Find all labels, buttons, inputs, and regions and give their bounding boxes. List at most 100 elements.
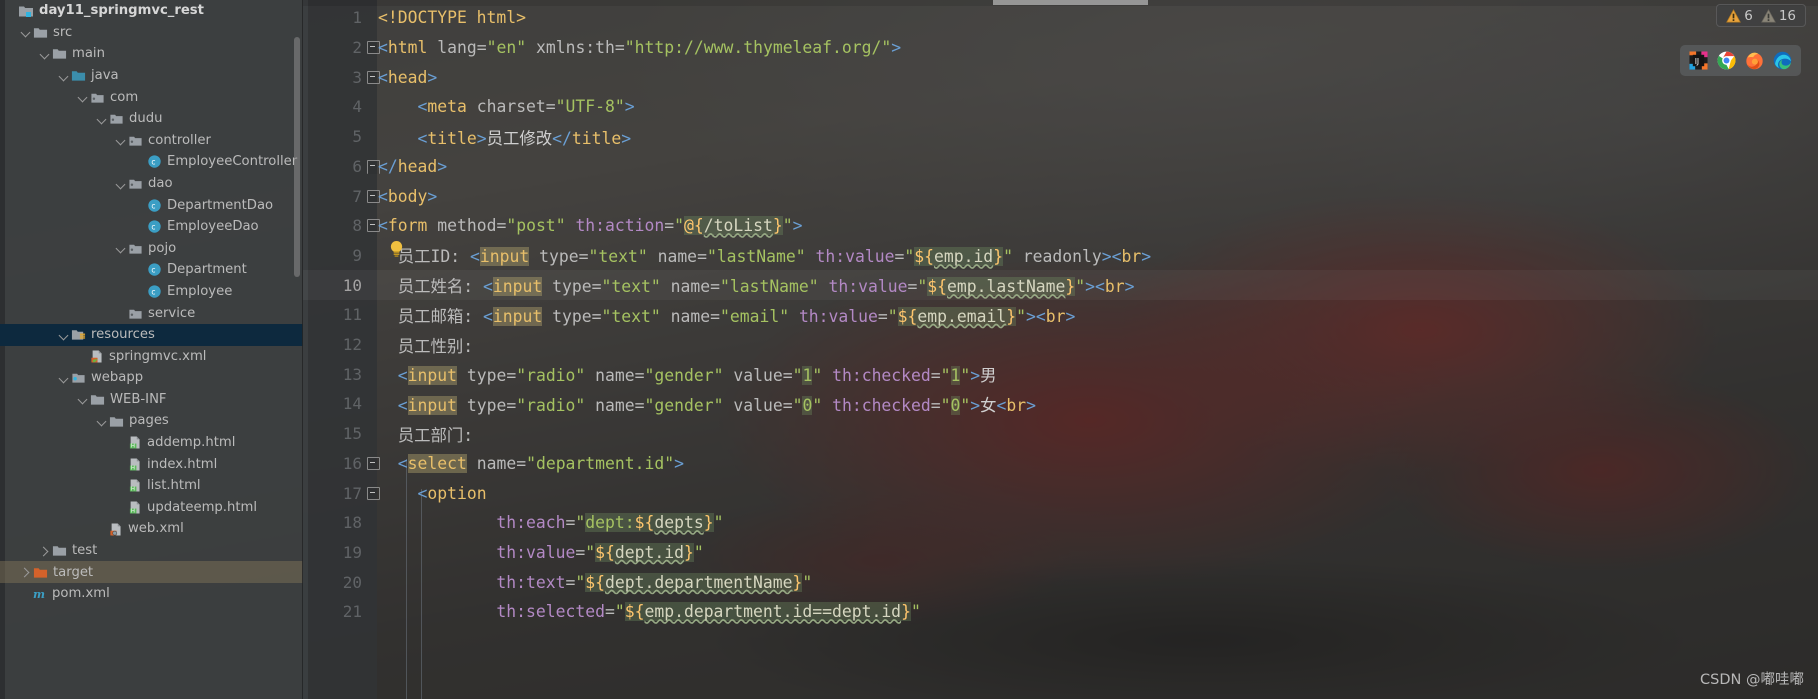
chevron-down-icon[interactable] [57,328,70,341]
tree-item-label: test [72,543,98,559]
tree-item-label: pojo [148,240,177,256]
chevron-down-icon[interactable] [19,26,32,39]
code-line[interactable]: 17 <option [303,478,1818,508]
weak-warning-count: 16 [1778,7,1796,24]
tree-item-service[interactable]: service [0,302,303,324]
tree-item-label: main [72,46,105,62]
tree-item-label: pages [129,413,169,429]
project-tree-scrollbar[interactable] [294,37,300,277]
tree-item-test[interactable]: test [0,540,303,562]
chevron-down-icon[interactable] [95,112,108,125]
code-line[interactable]: 14 <input type="radio" name="gender" val… [303,389,1818,419]
tree-item-controller[interactable]: controller [0,130,303,152]
code-line[interactable]: 15 员工部门: [303,419,1818,449]
chevron-down-icon[interactable] [76,91,89,104]
warning-group[interactable]: 6 [1726,8,1753,24]
code-line[interactable]: 10 员工姓名: <input type="text" name="lastNa… [303,270,1818,300]
intellij-idea-icon[interactable]: IJ [1689,51,1708,70]
tree-item-departmentdao[interactable]: c DepartmentDao [0,194,303,216]
intention-bulb-icon[interactable] [389,240,404,257]
code-editor[interactable]: 1 <!DOCTYPE html> 2 <html lang="en" xmlns:t… [303,0,1818,699]
svg-text:IJ: IJ [1695,57,1699,66]
tree-item-department[interactable]: c Department [0,259,303,281]
code-line[interactable]: 21 th:selected="${emp.department.id==dep… [303,597,1818,627]
code-line[interactable]: 13 <input type="radio" name="gender" val… [303,359,1818,389]
tree-item-employeecontroller[interactable]: c EmployeeController [0,151,303,173]
code-line[interactable]: 3 <head> [303,62,1818,92]
chevron-right-icon[interactable] [38,544,51,557]
line-number: 7 [352,186,362,206]
svg-text:H: H [131,444,135,450]
tree-item-addemp-html[interactable]: Haddemp.html [0,432,303,454]
tree-item-dao[interactable]: dao [0,173,303,195]
chevron-down-icon[interactable] [114,242,127,255]
tree-item-target[interactable]: target [0,561,303,584]
code-line[interactable]: 6 </head> [303,152,1818,182]
code-line[interactable]: 19 th:value="${dept.id}" [303,538,1818,568]
java-class-icon: c [147,154,162,169]
chevron-down-icon[interactable] [38,47,51,60]
chevron-down-icon[interactable] [114,134,127,147]
editor-horizontal-scrollbar-track[interactable] [303,0,1818,6]
code-line[interactable]: 7 <body> [303,181,1818,211]
chevron-placeholder [114,501,127,514]
tree-item-pages[interactable]: pages [0,410,303,432]
tree-item-index-html[interactable]: Hindex.html [0,453,303,475]
code-text: <input type="radio" name="gender" value=… [397,366,997,386]
code-line[interactable]: 20 th:text="${dept.departmentName}" [303,567,1818,597]
tree-item-com[interactable]: com [0,86,303,108]
tree-item-pom-xml[interactable]: m pom.xml [0,583,303,605]
java-class-icon: c [147,219,162,234]
chevron-down-icon[interactable] [57,69,70,82]
weak-warning-group[interactable]: 16 [1760,7,1796,24]
tree-item-resources[interactable]: resources [0,323,303,346]
tree-item-label: web.xml [128,521,184,537]
project-tool-window[interactable]: day11_springmvc_restsrc main java com dudu co… [0,0,303,699]
editor-horizontal-scrollbar-thumb[interactable] [993,0,1148,5]
tree-item-day11-springmvc-rest[interactable]: day11_springmvc_rest [0,0,303,22]
chevron-down-icon[interactable] [95,415,108,428]
google-chrome-icon[interactable] [1717,51,1736,70]
weak-warning-triangle-icon [1760,8,1776,22]
tree-item-webapp[interactable]: webapp [0,367,303,389]
code-line[interactable]: 8 <form method="post" th:action="@{/toLis… [303,211,1818,241]
code-line[interactable]: 12 员工性别: [303,330,1818,360]
tree-item-web-xml[interactable]: web.xml [0,518,303,540]
tree-item-employee[interactable]: c Employee [0,281,303,303]
tree-item-src[interactable]: src [0,22,303,44]
tree-item-main[interactable]: main [0,43,303,65]
code-line[interactable]: 11 员工邮箱: <input type="text" name="email"… [303,300,1818,330]
chevron-down-icon[interactable] [57,371,70,384]
tree-item-label: java [91,67,119,83]
tree-item-dudu[interactable]: dudu [0,108,303,130]
html-file-icon: H [128,457,142,472]
svg-text:m: m [33,587,45,601]
tree-item-list-html[interactable]: Hlist.html [0,475,303,497]
chevron-down-icon[interactable] [76,393,89,406]
tree-item-web-inf[interactable]: WEB-INF [0,389,303,411]
code-line[interactable]: 4 <meta charset="UTF-8"> [303,92,1818,122]
tree-item-springmvc-xml[interactable]: springmvc.xml [0,346,303,368]
code-line[interactable]: 16 <select name="department.id"> [303,449,1818,479]
code-line[interactable]: 1 <!DOCTYPE html> [303,3,1818,33]
firefox-icon[interactable] [1745,51,1764,70]
code-text: <option [417,483,487,503]
open-in-browser-toolbar[interactable]: IJ [1680,45,1801,76]
tree-item-pojo[interactable]: pojo [0,238,303,260]
chevron-right-icon[interactable] [19,566,32,579]
tree-item-java[interactable]: java [0,65,303,87]
tree-item-label: EmployeeController [167,154,298,170]
chevron-down-icon[interactable] [114,177,127,190]
microsoft-edge-icon[interactable] [1773,51,1792,70]
tree-item-employeedao[interactable]: c EmployeeDao [0,216,303,238]
code-line[interactable]: 9 员工ID: <input type="text" name="lastNam… [303,241,1818,271]
inspection-status-widget[interactable]: 6 16 [1716,4,1806,27]
code-line[interactable]: 18 th:each="dept:${depts}" [303,508,1818,538]
code-line[interactable]: 2 <html lang="en" xmlns:th="http://www.th… [303,33,1818,63]
tree-item-label: src [53,24,73,40]
tree-item-updateemp-html[interactable]: Hupdateemp.html [0,497,303,519]
svg-text:c: c [151,201,155,210]
code-line[interactable]: 5 <title>员工修改</title> [303,122,1818,152]
chevron-placeholder [95,523,108,536]
html-file-icon: H [128,500,142,515]
